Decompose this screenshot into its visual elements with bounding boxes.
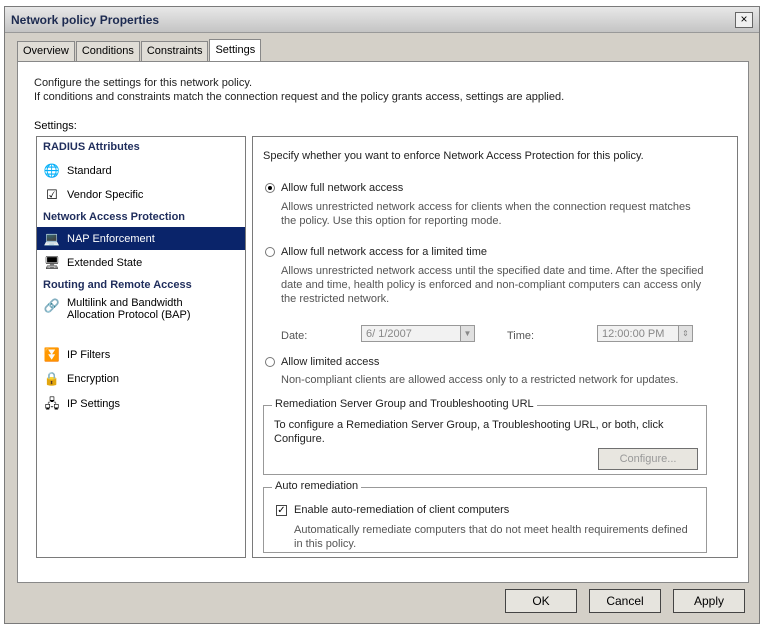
lock-icon: 🔒 [43,370,61,386]
computer-icon: 💻 [43,230,61,246]
settings-tree: RADIUS Attributes 🌐 Standard ☑ Vendor Sp… [36,136,246,558]
tree-item-extended-state[interactable]: 🖥 Extended State [43,251,245,274]
chevron-down-icon[interactable]: ▼ [460,326,474,341]
tab-conditions[interactable]: Conditions [75,41,140,61]
description-line: Automatically remediate computers that d… [294,524,688,536]
tree-header-routing: Routing and Remote Access [43,279,192,291]
tab-strip: Overview Conditions Constraints Settings [17,39,262,61]
settings-label: Settings: [34,120,77,132]
nap-intro: Specify whether you want to enforce Netw… [263,150,644,162]
auto-remediation-checkbox[interactable]: ✓ [276,505,287,516]
limited-time-radio[interactable] [265,247,275,257]
configure-button[interactable]: Configure... [598,448,698,470]
tree-item-multilink[interactable]: 🔗 Multilink and Bandwidth Allocation Pro… [43,297,245,333]
tree-item-label: IP Filters [67,348,111,361]
time-picker[interactable]: 12:00:00 PM ⇕ [597,325,693,342]
tree-item-ip-settings[interactable]: 🖧 IP Settings [43,392,245,415]
dialog-window: Network policy Properties × Overview Con… [4,6,760,624]
tab-overview[interactable]: Overview [17,41,75,61]
tree-item-ip-filters[interactable]: ⏬ IP Filters [43,343,245,366]
description-line: To configure a Remediation Server Group,… [274,419,664,431]
full-access-label[interactable]: Allow full network access [281,181,403,195]
description-line: Configure the settings for this network … [34,77,253,89]
date-label: Date: [281,330,308,342]
remediation-description: To configure a Remediation Server Group,… [274,418,663,446]
time-label: Time: [507,330,535,342]
description-line: Allows unrestricted network access for c… [281,201,691,213]
settings-panel: Configure the settings for this network … [17,61,749,583]
ok-button[interactable]: OK [505,589,577,613]
title-bar: Network policy Properties × [5,7,759,33]
auto-remediation-description: Automatically remediate computers that d… [294,523,688,551]
tree-item-label-line: Allocation Protocol (BAP) [67,309,191,321]
spinner-icon[interactable]: ⇕ [678,326,692,341]
panel-description: Configure the settings for this network … [34,76,564,104]
description-line: the policy. Use this option for reportin… [281,215,502,227]
date-value: 6/ 1/2007 [366,328,412,340]
description-line: Allows unrestricted network access until… [281,265,704,277]
auto-remediation-group-title: Auto remediation [272,480,362,492]
description-line: If conditions and constraints match the … [34,91,565,103]
tree-item-label: Standard [67,164,112,177]
tree-item-label: Extended State [67,256,143,269]
description-line: date and time, health policy is enforced… [281,279,702,291]
remediation-group-title: Remediation Server Group and Troubleshoo… [272,398,537,410]
tree-item-label-line: Multilink and Bandwidth [67,297,183,309]
tree-header-nap: Network Access Protection [43,211,186,223]
limited-access-label[interactable]: Allow limited access [281,355,379,369]
nap-enforcement-pane: Specify whether you want to enforce Netw… [252,136,738,558]
tree-item-vendor-specific[interactable]: ☑ Vendor Specific [43,183,245,206]
network-icon: 🖧 [44,395,60,411]
description-line: in this policy. [294,538,357,550]
close-button[interactable]: × [735,12,753,28]
tree-item-label: Vendor Specific [67,188,144,201]
tree-item-standard[interactable]: 🌐 Standard [43,159,245,182]
description-line: the restricted network. [281,293,390,305]
time-value: 12:00:00 PM [602,328,665,340]
apply-button[interactable]: Apply [673,589,745,613]
computer-icon: 🖥 [43,254,61,270]
tree-item-label: Multilink and Bandwidth Allocation Proto… [67,297,191,321]
full-access-radio[interactable] [265,183,275,193]
network-icon: 🔗 [43,298,61,313]
remediation-group: Remediation Server Group and Troubleshoo… [263,398,707,475]
cancel-button[interactable]: Cancel [589,589,661,613]
full-access-description: Allows unrestricted network access for c… [281,200,691,228]
auto-remediation-label[interactable]: Enable auto-remediation of client comput… [294,503,509,517]
tree-item-label: NAP Enforcement [67,232,155,245]
window-title: Network policy Properties [11,13,160,27]
limited-access-radio[interactable] [265,357,275,367]
limited-access-description: Non-compliant clients are allowed access… [281,374,679,386]
date-picker[interactable]: 6/ 1/2007 ▼ [361,325,475,342]
tree-item-label: Encryption [67,372,119,385]
globe-icon: 🌐 [43,162,61,178]
auto-remediation-group: Auto remediation ✓ Enable auto-remediati… [263,480,707,553]
tree-header-radius: RADIUS Attributes [43,141,140,153]
tab-settings[interactable]: Settings [209,39,262,61]
description-line: Configure. [274,433,325,445]
tree-item-nap-enforcement[interactable]: 💻 NAP Enforcement [37,227,245,250]
tree-item-label: IP Settings [67,397,120,410]
checklist-icon: ☑ [46,186,58,202]
tab-constraints[interactable]: Constraints [140,41,209,61]
limited-time-label[interactable]: Allow full network access for a limited … [281,245,487,259]
limited-time-description: Allows unrestricted network access until… [281,264,704,306]
tree-item-encryption[interactable]: 🔒 Encryption [43,367,245,390]
filter-icon: ⏬ [43,346,61,362]
